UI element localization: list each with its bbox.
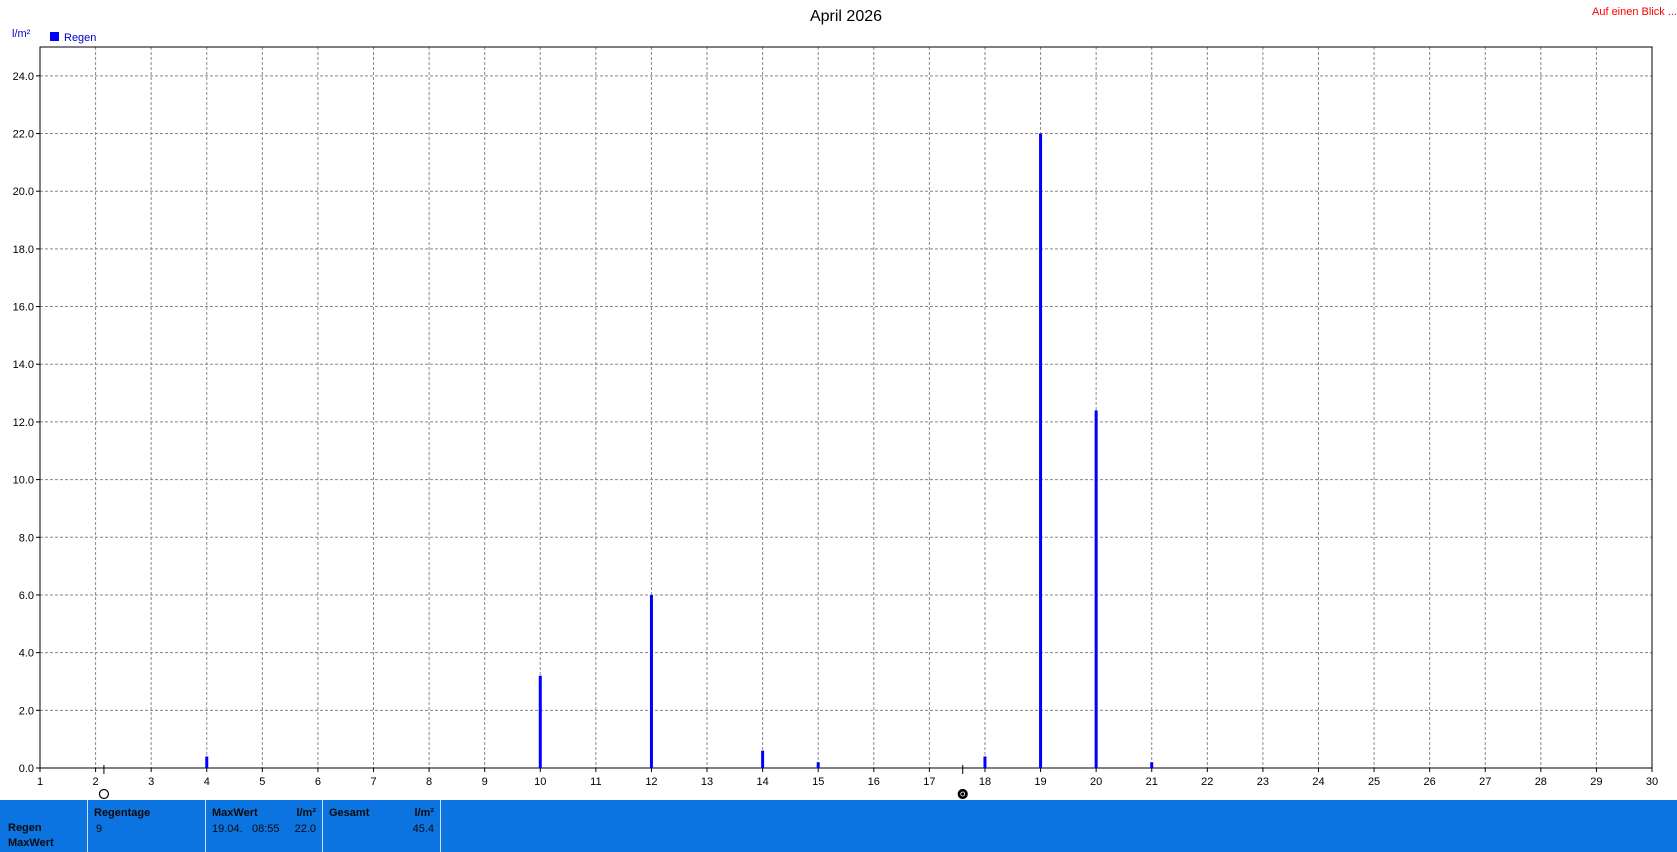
x-tick-label: 29 [1590,776,1602,788]
x-tick-label: 11 [590,776,601,788]
x-tick-label: 8 [426,776,432,788]
x-tick-label: 27 [1479,776,1491,788]
y-tick-label: 8.0 [19,532,34,544]
legend-swatch-regen [50,32,59,41]
summary-footer: Regen MaxWert Regentage 9 MaxWert l/m² 1… [0,800,1677,852]
x-tick-label: 3 [148,776,154,788]
x-tick-label: 17 [923,776,935,788]
x-tick-label: 12 [645,776,657,788]
new-moon-icon [98,788,110,800]
y-tick-label: 14.0 [13,359,34,371]
x-tick-label: 14 [756,776,768,788]
footer-gesamt-cell: Gesamt l/m² 45.4 [323,800,441,852]
x-tick-label: 28 [1535,776,1547,788]
x-tick-label: 7 [370,776,376,788]
x-tick-label: 23 [1257,776,1269,788]
y-axis-label: l/m² [12,28,31,40]
y-tick-label: 4.0 [19,648,34,660]
maxwert-date: 19.04. [212,823,243,835]
footer-regentage-cell: Regentage 9 [88,800,206,852]
gesamt-unit: l/m² [414,807,434,819]
x-tick-label: 20 [1090,776,1102,788]
footer-maxwert-cell: MaxWert l/m² 19.04. 08:55 22.0 [206,800,323,852]
regentage-header: Regentage [94,807,151,819]
bar-day-12 [649,594,653,768]
y-tick-label: 18.0 [13,244,34,256]
row-label-maxwert: MaxWert [8,837,54,849]
x-tick-label: 24 [1312,776,1324,788]
legend-label-regen: Regen [64,32,96,44]
row-label-regen: Regen [8,822,42,834]
maxwert-header: MaxWert [212,807,258,819]
x-tick-label: 9 [482,776,488,788]
x-tick-label: 22 [1201,776,1213,788]
y-tick-label: 22.0 [13,129,34,141]
y-tick-label: 10.0 [13,475,34,487]
bar-day-14 [761,750,765,768]
bar-day-4 [205,756,209,768]
footer-row-labels: Regen MaxWert [0,800,88,852]
x-tick-label: 21 [1146,776,1158,788]
y-tick-label: 0.0 [19,763,34,775]
x-tick-label: 10 [534,776,546,788]
y-tick-label: 2.0 [19,705,34,717]
rain-chart: 0.0 2.0 4.0 6.0 8.0 10.0 12.0 14.0 16.0 18.0 20.0 2… [12,8,1658,800]
bar-day-10 [538,675,542,768]
x-tick-label: 5 [259,776,265,788]
bar-day-15 [816,762,820,768]
y-tick-label: 12.0 [13,417,34,429]
bar-day-21 [1150,762,1154,768]
gesamt-header: Gesamt [329,807,370,819]
y-tick-label: 16.0 [13,302,34,314]
x-tick-label: 4 [204,776,210,788]
bar-day-19 [1039,133,1043,768]
x-tick-label: 6 [315,776,321,788]
chart-title: April 2026 [810,8,882,25]
gesamt-value: 45.4 [412,823,434,835]
maxwert-value: 22.0 [294,823,316,835]
bar-day-20 [1094,410,1098,768]
full-moon-icon-inner [960,791,966,797]
y-tick-label: 24.0 [13,71,34,83]
y-tick-label: 20.0 [13,186,34,198]
regentage-value: 9 [96,823,103,835]
plot-area [40,47,1652,768]
x-tick-label: 19 [1034,776,1046,788]
x-tick-label: 18 [979,776,991,788]
x-tick-label: 2 [93,776,99,788]
x-tick-label: 1 [37,776,43,788]
x-tick-label: 16 [868,776,880,788]
at-a-glance-link[interactable]: Auf einen Blick ... [1592,6,1677,18]
x-tick-label: 25 [1368,776,1380,788]
bar-day-18 [983,756,987,768]
x-tick-label: 26 [1424,776,1436,788]
maxwert-unit: l/m² [296,807,316,819]
x-tick-label: 30 [1646,776,1658,788]
y-tick-label: 6.0 [19,590,34,602]
x-tick-label: 13 [701,776,713,788]
maxwert-time: 08:55 [252,823,280,835]
x-tick-label: 15 [812,776,824,788]
